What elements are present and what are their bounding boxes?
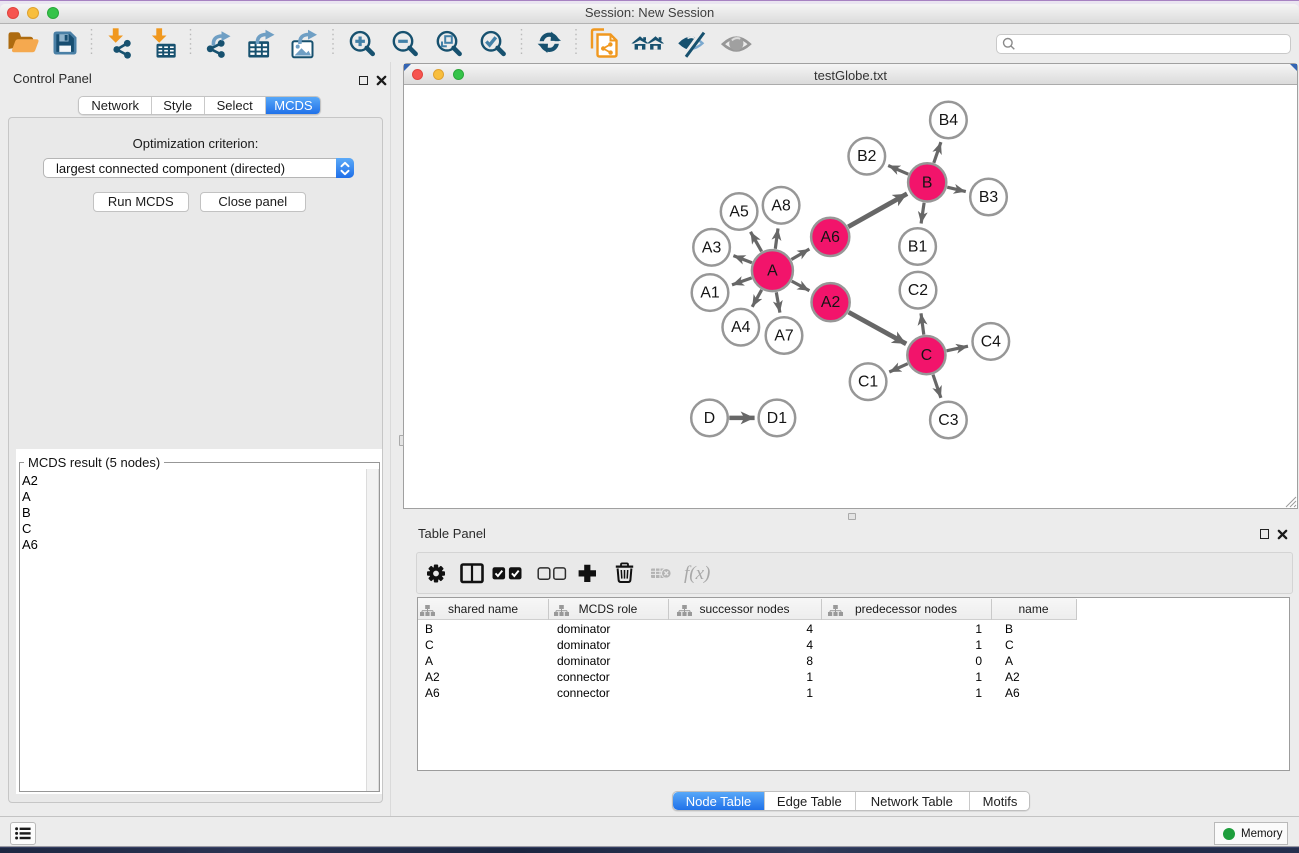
- svg-text:B2: B2: [857, 148, 876, 165]
- svg-text:A2: A2: [821, 294, 840, 311]
- svg-text:A4: A4: [731, 319, 751, 336]
- svg-text:C1: C1: [858, 374, 878, 391]
- svg-text:A7: A7: [774, 328, 793, 345]
- svg-text:A3: A3: [702, 239, 722, 256]
- svg-text:C2: C2: [908, 282, 928, 299]
- svg-text:B1: B1: [908, 239, 928, 256]
- svg-text:D1: D1: [767, 410, 787, 427]
- svg-text:A1: A1: [700, 285, 720, 302]
- svg-text:B3: B3: [979, 189, 999, 206]
- svg-text:A8: A8: [771, 197, 791, 214]
- svg-text:A5: A5: [729, 204, 749, 221]
- svg-text:A6: A6: [821, 229, 841, 246]
- svg-text:B: B: [922, 174, 933, 191]
- svg-text:B4: B4: [939, 112, 959, 129]
- svg-text:A: A: [767, 263, 778, 280]
- svg-text:C3: C3: [938, 412, 958, 429]
- svg-text:C4: C4: [981, 333, 1001, 350]
- svg-text:D: D: [704, 410, 715, 427]
- svg-text:C: C: [921, 347, 932, 364]
